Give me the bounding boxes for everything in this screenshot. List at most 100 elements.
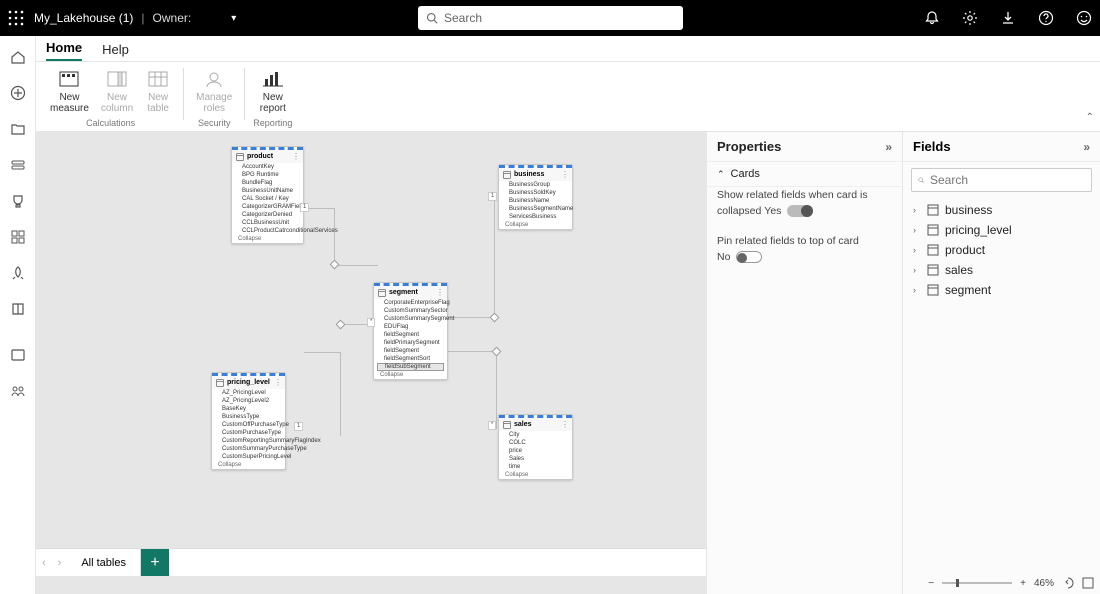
fit-to-page-icon[interactable]: [1062, 577, 1074, 589]
download-icon[interactable]: [1000, 10, 1016, 26]
properties-panel: Properties » ⌃ Cards Show related fields…: [706, 132, 902, 594]
table-card-pricing-level[interactable]: pricing_level⋮ AZ_PricingLevel AZ_Pricin…: [211, 372, 286, 470]
feedback-smiley-icon[interactable]: [1076, 10, 1092, 26]
ribbon-group-reporting: New report Reporting: [249, 66, 296, 128]
chevron-right-icon: ›: [913, 265, 921, 275]
ribbon-group-calculations: New measure New column New table Calcula…: [42, 66, 179, 128]
properties-collapse-icon[interactable]: »: [885, 140, 892, 154]
table-icon: [927, 244, 939, 256]
new-report-button[interactable]: New report: [256, 66, 290, 116]
chevron-right-icon: ›: [913, 225, 921, 235]
card-collapse[interactable]: Collapse: [374, 371, 447, 379]
title-divider: |: [141, 11, 144, 25]
cardinality-one: 1: [300, 203, 309, 212]
search-placeholder: Search: [444, 11, 482, 25]
pin-related-row: Pin related fields to top of card No: [707, 233, 902, 269]
card-collapse[interactable]: Collapse: [499, 221, 572, 229]
fields-title: Fields: [913, 139, 951, 154]
fields-item-sales[interactable]: ›sales: [903, 260, 1100, 280]
card-more-icon[interactable]: ⋮: [561, 420, 568, 429]
card-more-icon[interactable]: ⋮: [436, 288, 443, 297]
table-card-segment[interactable]: segment⋮ CorporateEnterpriseFlag CustomS…: [373, 282, 448, 380]
ribbon-group-label-calculations: Calculations: [86, 118, 135, 128]
fields-item-business[interactable]: ›business: [903, 200, 1100, 220]
add-tab-button[interactable]: +: [141, 549, 169, 576]
metrics-trophy-icon[interactable]: [9, 192, 27, 210]
create-plus-icon[interactable]: [9, 84, 27, 102]
fields-item-product[interactable]: ›product: [903, 240, 1100, 260]
zoom-in-button[interactable]: +: [1020, 578, 1026, 589]
owner-label: Owner:: [153, 11, 192, 25]
chevron-right-icon: ›: [913, 285, 921, 295]
help-icon[interactable]: [1038, 10, 1054, 26]
new-measure-button[interactable]: New measure: [46, 66, 93, 116]
fields-list: ›business ›pricing_level ›product ›sales…: [903, 198, 1100, 302]
left-nav-rail: [0, 36, 36, 594]
owner-chevron-down-icon[interactable]: ▾: [231, 13, 236, 24]
home-icon[interactable]: [9, 48, 27, 66]
fields-item-segment[interactable]: ›segment: [903, 280, 1100, 300]
cardinality-many: *: [367, 318, 375, 327]
card-collapse[interactable]: Collapse: [499, 471, 572, 479]
cardinality-many: *: [488, 421, 496, 430]
people-icon[interactable]: [9, 382, 27, 400]
tab-help[interactable]: Help: [102, 38, 129, 61]
show-related-toggle[interactable]: Yes: [764, 205, 813, 217]
search-icon: [426, 12, 438, 24]
new-column-button[interactable]: New column: [97, 66, 137, 116]
section-cards[interactable]: ⌃ Cards: [707, 162, 902, 186]
learn-book-icon[interactable]: [9, 300, 27, 318]
tab-home[interactable]: Home: [46, 36, 82, 61]
workspace-title[interactable]: My_Lakehouse (1): [34, 11, 133, 25]
card-more-icon[interactable]: ⋮: [561, 170, 568, 179]
table-icon: [216, 379, 224, 387]
zoom-out-button[interactable]: −: [928, 578, 934, 589]
chevron-up-icon: ⌃: [717, 169, 725, 180]
zoom-slider[interactable]: [942, 582, 1012, 584]
workspaces-icon[interactable]: [9, 346, 27, 364]
ribbon-group-security: Manage roles Security: [188, 66, 240, 128]
model-canvas[interactable]: product⋮ AccountKey BPG Runtime BundleFl…: [36, 132, 706, 594]
fields-item-pricing-level[interactable]: ›pricing_level: [903, 220, 1100, 240]
apps-icon[interactable]: [9, 228, 27, 246]
deploy-rocket-icon[interactable]: [9, 264, 27, 282]
table-icon: [503, 421, 511, 429]
tab-all-tables[interactable]: All tables: [67, 549, 141, 576]
pin-related-toggle[interactable]: No: [717, 251, 762, 263]
table-icon: [378, 289, 386, 297]
app-topbar: My_Lakehouse (1) | Owner: ▾ Search: [0, 0, 1100, 36]
onelake-icon[interactable]: [9, 156, 27, 174]
fields-search-input[interactable]: [930, 173, 1085, 187]
cardinality-one: 1: [488, 192, 497, 201]
browse-folder-icon[interactable]: [9, 120, 27, 138]
fullscreen-icon[interactable]: [1082, 577, 1094, 589]
global-search[interactable]: Search: [418, 6, 683, 30]
ribbon-collapse-icon[interactable]: ⌃: [1086, 112, 1094, 123]
fields-collapse-icon[interactable]: »: [1083, 140, 1090, 154]
table-card-sales[interactable]: sales⋮ City COLC price Sales time Collap…: [498, 414, 573, 480]
ribbon: New measure New column New table Calcula…: [36, 62, 1100, 132]
ribbon-group-label-reporting: Reporting: [253, 118, 292, 128]
fields-search[interactable]: [911, 168, 1092, 192]
app-launcher-icon[interactable]: [8, 10, 24, 26]
table-card-business[interactable]: business⋮ BusinessGroup BusinessSoldKey …: [498, 164, 573, 230]
new-table-button[interactable]: New table: [141, 66, 175, 116]
tab-nav-prev[interactable]: ‹: [36, 549, 52, 576]
notifications-icon[interactable]: [924, 10, 940, 26]
column-icon: [104, 68, 130, 90]
table-icon: [927, 264, 939, 276]
report-bars-icon: [260, 68, 286, 90]
card-collapse[interactable]: Collapse: [212, 461, 285, 469]
fields-panel: Fields » ›business ›pricing_level ›produ…: [902, 132, 1100, 594]
table-card-product[interactable]: product⋮ AccountKey BPG Runtime BundleFl…: [231, 146, 304, 244]
ribbon-separator: [244, 68, 245, 120]
card-more-icon[interactable]: ⋮: [274, 378, 281, 387]
card-more-icon[interactable]: ⋮: [292, 152, 299, 161]
table-icon: [236, 153, 244, 161]
settings-gear-icon[interactable]: [962, 10, 978, 26]
ribbon-tabs: Home Help: [36, 36, 1100, 62]
card-collapse[interactable]: Collapse: [232, 235, 303, 243]
tab-nav-next[interactable]: ›: [52, 549, 68, 576]
manage-roles-button[interactable]: Manage roles: [192, 66, 236, 116]
table-icon: [145, 68, 171, 90]
